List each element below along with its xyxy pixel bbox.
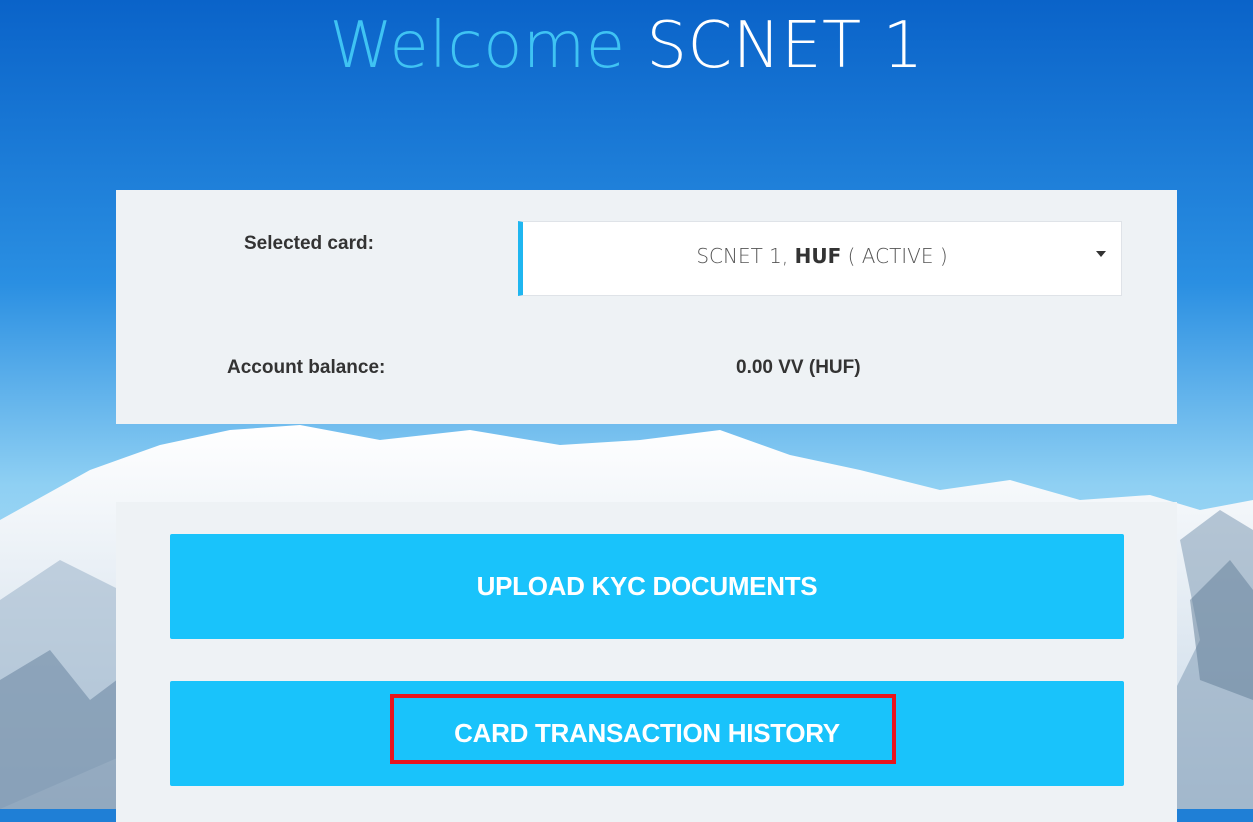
account-balance-label: Account balance: [227, 357, 386, 378]
account-balance-value: 0.00 VV (HUF) [736, 357, 861, 378]
card-select-value: SCNET 1, HUF ( ACTIVE ) [523, 244, 1121, 268]
selected-card-label: Selected card: [244, 233, 374, 254]
welcome-title: Welcome SCNET 1 [0, 6, 1253, 86]
actions-panel: UPLOAD KYC DOCUMENTS CARD TRANSACTION HI… [116, 502, 1177, 822]
card-name: SCNET 1, [696, 244, 789, 268]
welcome-word: Welcome [329, 9, 626, 83]
card-info-panel: Selected card: SCNET 1, HUF ( ACTIVE ) A… [116, 190, 1177, 424]
card-transaction-history-button[interactable]: CARD TRANSACTION HISTORY [170, 681, 1124, 786]
user-name: SCNET 1 [646, 9, 924, 83]
card-currency: HUF [794, 244, 842, 268]
card-select[interactable]: SCNET 1, HUF ( ACTIVE ) [518, 221, 1122, 296]
card-status: ( ACTIVE ) [847, 244, 948, 268]
chevron-down-icon[interactable] [1096, 251, 1106, 257]
upload-kyc-documents-button[interactable]: UPLOAD KYC DOCUMENTS [170, 534, 1124, 639]
